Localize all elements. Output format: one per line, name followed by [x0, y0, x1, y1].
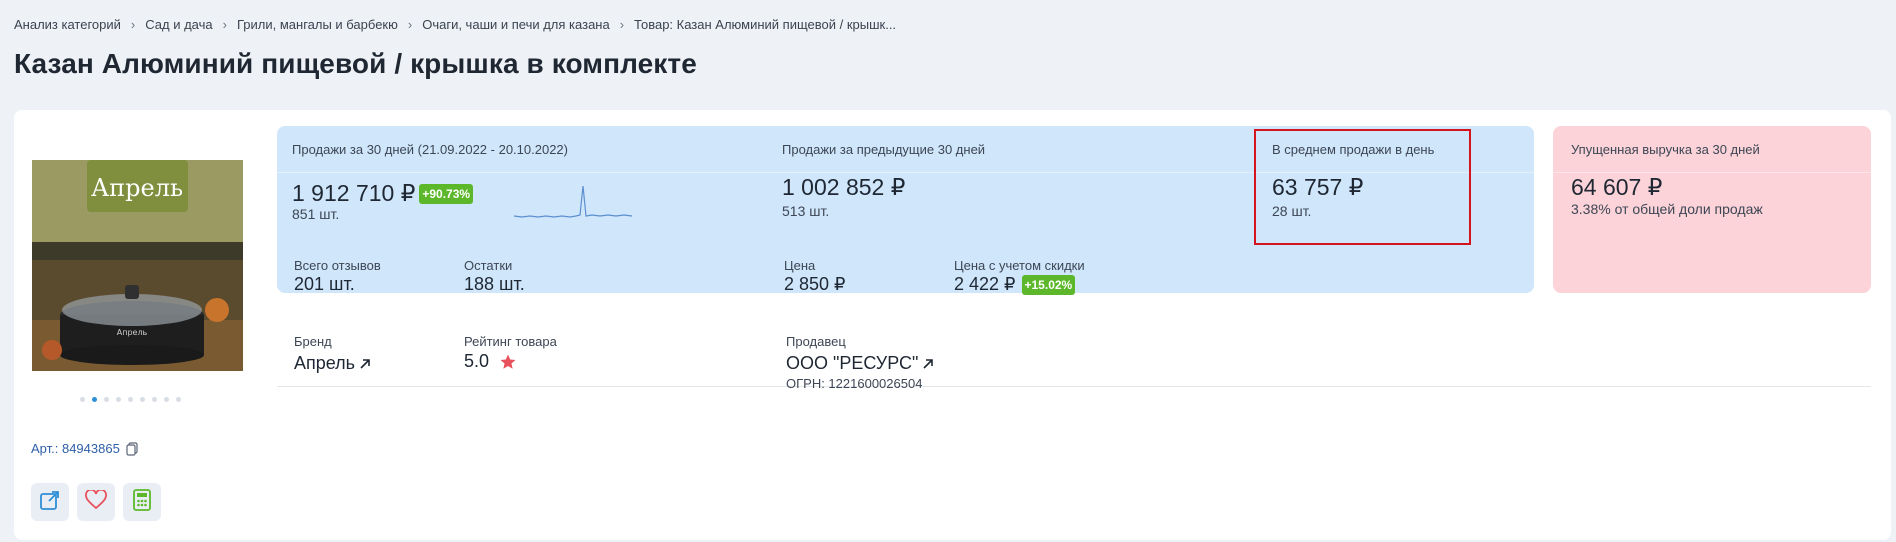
reviews-value: 201 шт. [294, 274, 355, 294]
stock-value: 188 шт. [464, 274, 525, 294]
sales30-growth-badge: +90.73% [419, 183, 474, 204]
brand-value: Апрель [294, 353, 356, 373]
product-image[interactable]: Апрель Апрель [32, 160, 243, 371]
panel-divider [277, 172, 1534, 173]
discount-price-label: Цена с учетом скидки [954, 258, 1085, 273]
sales-sparkline [514, 185, 633, 218]
sales30-label: Продажи за 30 дней (21.09.2022 - 20.10.2… [292, 142, 568, 157]
carousel-dot[interactable] [104, 397, 109, 402]
seller-value: ООО "РЕСУРС" [786, 353, 919, 373]
price-label: Цена [784, 258, 816, 273]
avg-per-day-units: 28 шт. [1272, 203, 1312, 219]
panel-divider [1553, 172, 1871, 173]
arrow-up-right-icon [922, 358, 934, 370]
breadcrumb-item-current: Товар: Казан Алюминий пищевой / крышк... [634, 17, 897, 32]
rating-row: 5.0 [464, 351, 517, 372]
chevron-right-icon: › [407, 17, 413, 32]
rating-label: Рейтинг товара [464, 334, 557, 349]
calculator-icon [133, 488, 151, 516]
article-label: Арт.: 84943865 [31, 441, 120, 456]
avg-per-day-value: 63 757 ₽ [1272, 174, 1364, 200]
carousel-dot[interactable] [80, 397, 85, 402]
breadcrumb-item-garden[interactable]: Сад и дача [145, 17, 212, 32]
heart-icon [85, 488, 107, 515]
product-actions [31, 483, 161, 521]
sales30-units: 851 шт. [292, 206, 340, 222]
favorite-button[interactable] [77, 483, 115, 521]
carousel-dot[interactable] [152, 397, 157, 402]
avg-per-day-label: В среднем продажи в день [1272, 142, 1435, 157]
section-divider [277, 386, 1871, 387]
carousel-dot[interactable] [140, 397, 145, 402]
lost-revenue-panel: Упущенная выручка за 30 дней 64 607 ₽ 3.… [1553, 126, 1871, 293]
breadcrumb-item-grills[interactable]: Грили, мангалы и барбекю [237, 17, 398, 32]
page-title: Казан Алюминий пищевой / крышка в компле… [14, 48, 697, 79]
lost-revenue-label: Упущенная выручка за 30 дней [1571, 142, 1760, 157]
breadcrumb-item-hearths[interactable]: Очаги, чаши и печи для казана [422, 17, 609, 32]
brand-logo-text: Апрель [91, 174, 183, 202]
svg-text:Апрель: Апрель [117, 328, 148, 337]
external-link-icon [39, 489, 61, 516]
prev30-value: 1 002 852 ₽ [782, 174, 906, 200]
sales30-value-row: 1 912 710 ₽ +90.73% [292, 180, 474, 207]
article-number: Арт.: 84943865 [31, 441, 138, 456]
discount-price-row: 2 422 ₽ +15.02% [954, 274, 1076, 295]
carousel-dot[interactable] [164, 397, 169, 402]
brand-label: Бренд [294, 334, 332, 349]
carousel-dot[interactable] [176, 397, 181, 402]
breadcrumb-item-categories[interactable]: Анализ категорий [14, 17, 121, 32]
lost-revenue-share: 3.38% от общей доли продаж [1571, 201, 1763, 217]
carousel-dot[interactable] [116, 397, 121, 402]
brand-link[interactable]: Апрель [294, 353, 371, 374]
lost-revenue-value: 64 607 ₽ [1571, 174, 1663, 200]
breadcrumb: Анализ категорий › Сад и дача › Грили, м… [14, 17, 896, 32]
open-external-button[interactable] [31, 483, 69, 521]
arrow-up-right-icon [359, 358, 371, 370]
stock-label: Остатки [464, 258, 513, 273]
chevron-right-icon: › [619, 17, 625, 32]
star-icon [499, 353, 517, 371]
rating-value: 5.0 [464, 351, 490, 371]
reviews-label: Всего отзывов [294, 258, 381, 273]
seller-link[interactable]: ООО "РЕСУРС" [786, 353, 934, 374]
prev30-units: 513 шт. [782, 203, 830, 219]
seller-ogrn: ОГРН: 1221600026504 [786, 376, 923, 391]
seller-label: Продавец [786, 334, 846, 349]
carousel-dot-active[interactable] [92, 397, 97, 402]
chevron-right-icon: › [222, 17, 227, 32]
prev30-label: Продажи за предыдущие 30 дней [782, 142, 986, 157]
carousel-dot[interactable] [128, 397, 133, 402]
copy-icon[interactable] [126, 441, 138, 456]
sales30-value: 1 912 710 ₽ [292, 180, 416, 206]
image-carousel-dots [80, 397, 181, 402]
discount-price-value: 2 422 ₽ [954, 274, 1016, 294]
chevron-right-icon: › [130, 17, 136, 32]
price-value: 2 850 ₽ [784, 274, 846, 294]
product-card: Апрель Апрель Арт.: 84943865 Продажи за … [14, 110, 1891, 540]
calculator-button[interactable] [123, 483, 161, 521]
discount-badge: +15.02% [1021, 274, 1076, 295]
